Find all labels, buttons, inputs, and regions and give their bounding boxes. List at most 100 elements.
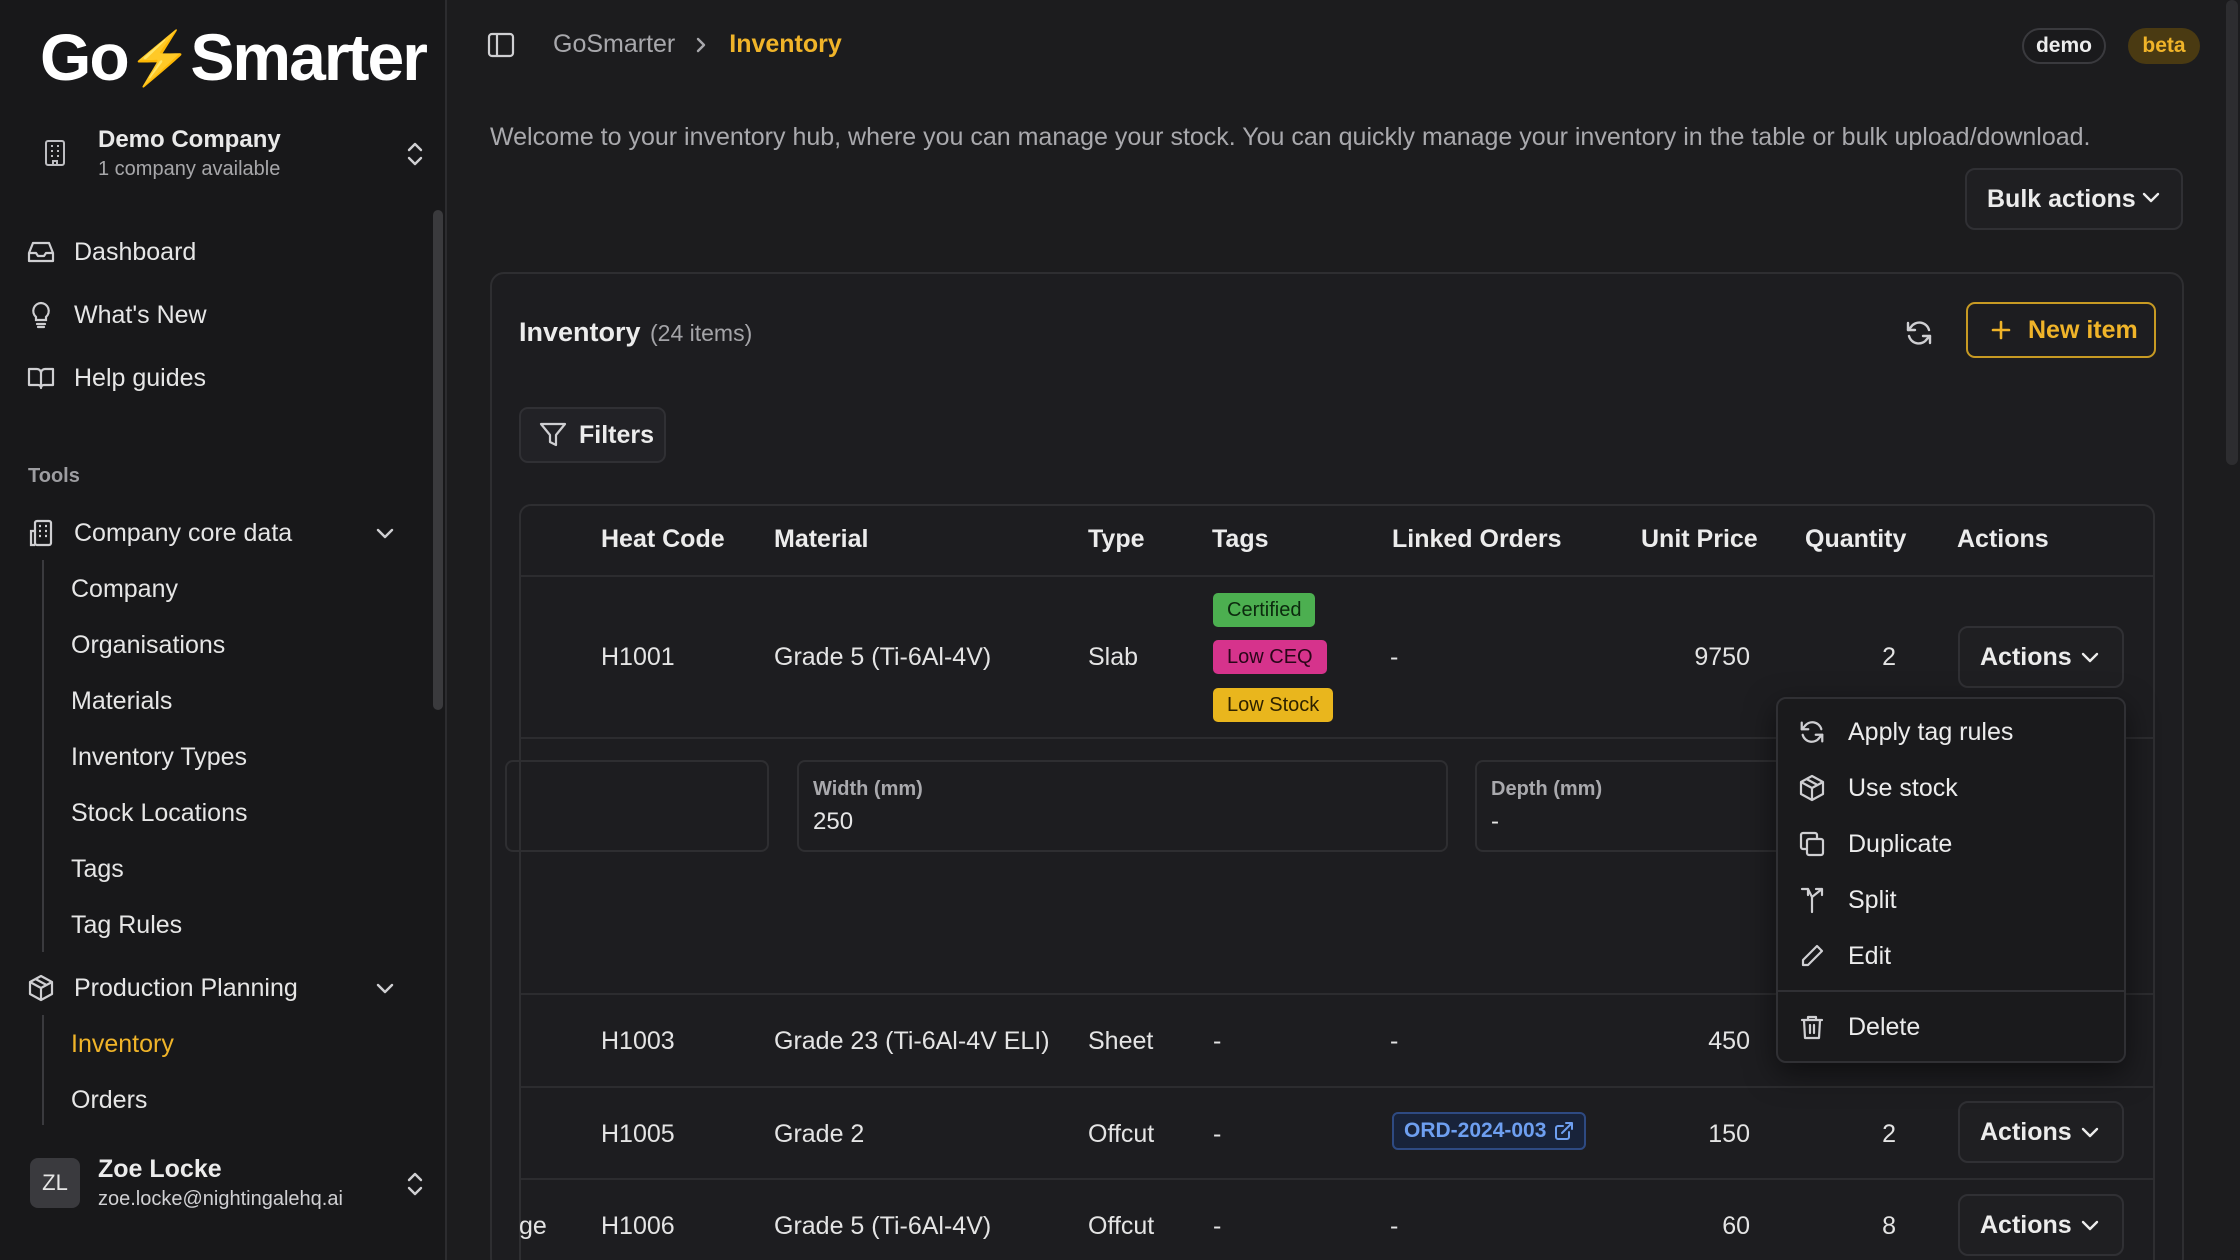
- column-header[interactable]: Type: [1088, 525, 1145, 554]
- row-actions-button[interactable]: Actions: [1958, 1101, 2124, 1163]
- row-actions-button[interactable]: Actions: [1958, 626, 2124, 688]
- menu-item-use-stock[interactable]: Use stock: [1796, 768, 1958, 808]
- nav-materials[interactable]: Materials: [71, 681, 172, 721]
- column-header[interactable]: Linked Orders: [1392, 525, 1562, 554]
- row-divider: [521, 575, 2153, 577]
- nav-inventory[interactable]: Inventory: [71, 1024, 174, 1064]
- type: Sheet: [1088, 1027, 1154, 1055]
- tags: -: [1213, 1027, 1222, 1055]
- refresh-icon: [1796, 718, 1828, 746]
- nav-dashboard[interactable]: Dashboard: [26, 229, 421, 275]
- nav-company-core-data[interactable]: Company core data: [26, 510, 421, 556]
- chevron-updown-icon: [405, 140, 425, 168]
- column-header[interactable]: Material: [774, 525, 868, 554]
- row-divider: [521, 1178, 2153, 1180]
- nav-tags[interactable]: Tags: [71, 849, 124, 889]
- width-field[interactable]: Width (mm) 250: [797, 760, 1448, 852]
- quantity: 2: [1882, 1120, 1896, 1148]
- avatar: ZL: [30, 1158, 80, 1208]
- column-header[interactable]: Tags: [1212, 525, 1269, 554]
- actions-label: Actions: [1980, 1210, 2072, 1239]
- section-label-tools: Tools: [28, 465, 80, 487]
- bulk-actions-label: Bulk actions: [1987, 184, 2136, 213]
- item-count: (24 items): [650, 320, 753, 346]
- column-header[interactable]: Unit Price: [1641, 525, 1758, 554]
- new-item-button[interactable]: New item: [1966, 302, 2156, 358]
- inbox-icon: [26, 240, 56, 264]
- pencil-icon: [1796, 943, 1828, 969]
- menu-label: Delete: [1848, 1012, 1921, 1041]
- menu-item-duplicate[interactable]: Duplicate: [1796, 824, 1952, 864]
- nav-whats-new[interactable]: What's New: [26, 292, 421, 338]
- menu-label: Edit: [1848, 941, 1892, 970]
- bulk-actions-button[interactable]: Bulk actions: [1965, 168, 2183, 230]
- menu-item-split[interactable]: Split: [1796, 880, 1897, 920]
- chevron-down-icon: [2141, 190, 2161, 204]
- nav-inventory-types[interactable]: Inventory Types: [71, 737, 247, 777]
- menu-item-delete[interactable]: Delete: [1796, 1007, 1920, 1047]
- user-menu[interactable]: ZL Zoe Locke zoe.locke@nightingalehq.ai: [30, 1150, 425, 1218]
- nav-orders[interactable]: Orders: [71, 1080, 147, 1120]
- chevron-down-icon: [2080, 1125, 2100, 1139]
- copy-icon: [1796, 831, 1828, 857]
- column-header[interactable]: Heat Code: [601, 525, 725, 554]
- nav-production-planning[interactable]: Production Planning: [26, 965, 421, 1011]
- submenu-line: [42, 1015, 44, 1125]
- column-header[interactable]: Quantity: [1805, 525, 1906, 554]
- refresh-icon[interactable]: [1904, 318, 1934, 348]
- card-title: Inventory: [519, 317, 641, 347]
- split-icon: [1796, 886, 1828, 914]
- quantity: 2: [1882, 643, 1896, 671]
- breadcrumb-root[interactable]: GoSmarter: [553, 30, 675, 59]
- environment-badge: demo: [2022, 28, 2106, 64]
- gosmarter-logo[interactable]: Go⚡Smarter: [40, 24, 428, 90]
- building-icon: [42, 139, 68, 167]
- nav-tag-rules[interactable]: Tag Rules: [71, 905, 182, 945]
- beta-badge: beta: [2128, 28, 2200, 64]
- order-id: ORD-2024-003: [1404, 1119, 1547, 1142]
- linked-orders: -: [1390, 1027, 1399, 1055]
- menu-item-edit[interactable]: Edit: [1796, 936, 1891, 976]
- package-icon: [26, 974, 56, 1002]
- type: Slab: [1088, 643, 1139, 671]
- truncated-cell: ge: [519, 1212, 547, 1240]
- tag-low-ceq: Low CEQ: [1213, 640, 1327, 674]
- nav-help-guides[interactable]: Help guides: [26, 355, 421, 401]
- chevron-down-icon: [2080, 650, 2100, 664]
- book-open-icon: [26, 366, 56, 390]
- nav-company[interactable]: Company: [71, 569, 178, 609]
- menu-label: Apply tag rules: [1848, 717, 2014, 746]
- row-actions-button[interactable]: Actions: [1958, 1194, 2124, 1256]
- depth-label: Depth (mm): [1491, 778, 1603, 800]
- actions-label: Actions: [1980, 642, 2072, 671]
- width-value: 250: [813, 808, 854, 835]
- unit-price: 60: [1722, 1212, 1750, 1240]
- heat-code: H1006: [601, 1212, 675, 1240]
- page-scrollbar[interactable]: [2226, 0, 2238, 465]
- nav-label: Company core data: [74, 518, 293, 547]
- filters-button[interactable]: Filters: [519, 407, 666, 463]
- tags: -: [1213, 1212, 1222, 1240]
- sidebar-scrollbar[interactable]: [433, 210, 443, 710]
- menu-item-apply-tag-rules[interactable]: Apply tag rules: [1796, 712, 2013, 752]
- submenu-line: [42, 560, 44, 952]
- heat-code: H1005: [601, 1120, 675, 1148]
- menu-label: Duplicate: [1848, 829, 1953, 858]
- tag-certified: Certified: [1213, 593, 1316, 627]
- sidebar-toggle-icon[interactable]: [487, 32, 515, 58]
- trash-icon: [1796, 1014, 1828, 1040]
- unit-price: 450: [1708, 1027, 1750, 1055]
- company-switcher[interactable]: Demo Company 1 company available: [30, 122, 425, 188]
- company-count: 1 company available: [98, 158, 281, 180]
- package-icon: [1796, 774, 1828, 802]
- nav-stock-locations[interactable]: Stock Locations: [71, 793, 248, 833]
- material: Grade 5 (Ti-6Al-4V): [774, 643, 992, 671]
- type: Offcut: [1088, 1212, 1155, 1240]
- material: Grade 5 (Ti-6Al-4V): [774, 1212, 992, 1240]
- linked-order-link[interactable]: ORD-2024-003: [1392, 1112, 1587, 1150]
- unit-price: 150: [1708, 1120, 1750, 1148]
- nav-organisations[interactable]: Organisations: [71, 625, 225, 665]
- detail-field[interactable]: [505, 760, 769, 852]
- depth-field[interactable]: Depth (mm) -: [1475, 760, 1795, 852]
- material: Grade 23 (Ti-6Al-4V ELI): [774, 1027, 1050, 1055]
